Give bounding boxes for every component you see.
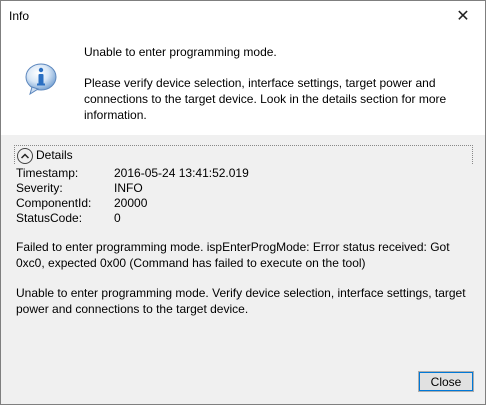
info-dialog: Info ✕ Unable to enter programming mode.… bbox=[0, 0, 486, 405]
window-title: Info bbox=[9, 9, 30, 23]
detail-value: 2016-05-24 13:41:52.019 bbox=[114, 166, 249, 180]
message-body: Please verify device selection, interfac… bbox=[84, 76, 447, 122]
details-area: Details Timestamp: 2016-05-24 13:41:52.0… bbox=[1, 135, 485, 404]
detail-value: 20000 bbox=[114, 196, 148, 210]
detail-value: 0 bbox=[114, 211, 121, 225]
detail-value: INFO bbox=[114, 181, 143, 195]
title-bar[interactable]: Info ✕ bbox=[1, 1, 485, 31]
details-label: Details bbox=[36, 148, 73, 162]
detail-key: ComponentId: bbox=[16, 196, 92, 210]
chevron-up-icon[interactable] bbox=[17, 148, 33, 164]
message-title: Unable to enter programming mode. bbox=[84, 45, 277, 59]
detail-key: StatusCode: bbox=[16, 211, 83, 225]
close-icon[interactable]: ✕ bbox=[441, 1, 485, 31]
message-area: Unable to enter programming mode. Please… bbox=[1, 31, 485, 135]
detail-key: Timestamp: bbox=[16, 166, 79, 180]
details-expander[interactable]: Details bbox=[14, 145, 473, 164]
details-summary-text: Unable to enter programming mode. Verify… bbox=[16, 286, 466, 316]
close-button[interactable]: Close bbox=[418, 371, 474, 392]
detail-key: Severity: bbox=[16, 181, 63, 195]
info-icon bbox=[25, 63, 57, 96]
details-error-text: Failed to enter programming mode. ispEnt… bbox=[16, 240, 450, 270]
